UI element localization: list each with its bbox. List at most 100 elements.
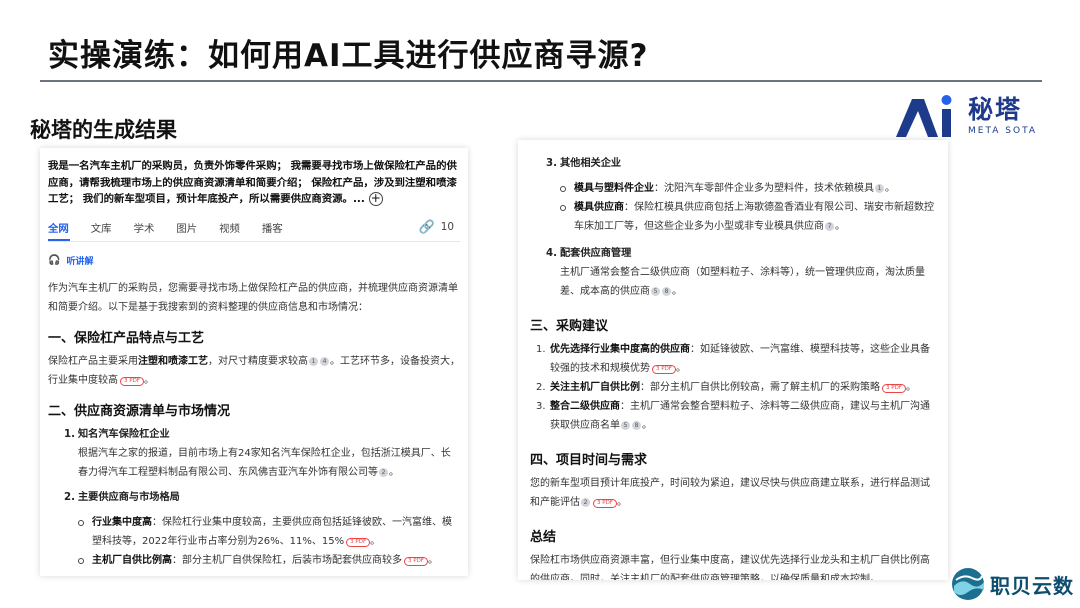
- pdf-citation-badge[interactable]: 3 PDF: [652, 365, 676, 374]
- title-divider: [40, 80, 1042, 82]
- heading-supplier-list: 二、供应商资源清单与市场情况: [48, 403, 231, 419]
- text-segment: 。: [143, 374, 154, 386]
- text-segment: 保险杠产品主要采用: [48, 355, 138, 367]
- citation-badge[interactable]: 1: [309, 356, 318, 366]
- metasota-logo: 秘塔 META SOTA: [890, 87, 1038, 145]
- pdf-citation-badge[interactable]: 3 PDF: [120, 376, 144, 386]
- heading-purchase-advice: 三、采购建议: [530, 319, 609, 334]
- heading-product-features: 一、保险杠产品特点与工艺: [48, 330, 205, 346]
- citation-badge[interactable]: 8: [662, 287, 671, 296]
- zhibei-logo-icon: [952, 568, 984, 600]
- list-number: 3.: [536, 401, 546, 412]
- text-bold: 注塑和喷漆工艺: [138, 355, 208, 367]
- bullet-label: 主机厂自供比例高: [92, 554, 172, 566]
- advice-item-2: 2. 关注主机厂自供比例：部分主机厂自供比例较高，需了解主机厂的采购策略 3 PDF…: [536, 378, 938, 397]
- bullet-concentration: 行业集中度高：保险杠行业集中度较高，主要供应商包括延锋彼欧、一汽富维、模塑科技等…: [64, 513, 460, 551]
- query-text: 我是一名汽车主机厂的采购员，负责外饰零件采购； 我需要寻找市场上做保险杠产品的供…: [48, 158, 460, 208]
- text-segment: 。: [905, 382, 916, 393]
- tab-images[interactable]: 图片: [176, 220, 197, 235]
- listen-button[interactable]: 🎧 听讲解: [48, 254, 460, 267]
- listen-label: 听讲解: [66, 256, 94, 267]
- citation-badge[interactable]: 2: [581, 498, 590, 507]
- citation-badge[interactable]: 5: [651, 287, 660, 296]
- supplier-management-text: 主机厂通常会整合二级供应商（如塑料粒子、涂料等），统一管理供应商，淘汰质量差、成…: [546, 263, 938, 301]
- pdf-citation-badge[interactable]: 3 PDF: [593, 499, 617, 508]
- text-segment: 。: [370, 535, 381, 547]
- citation-badge[interactable]: 7: [825, 222, 834, 231]
- summary-text: 保险杠市场供应商资源丰富，但行业集中度高，建议优先选择行业龙头和主机厂自供比例高…: [530, 555, 930, 580]
- query-content: 我是一名汽车主机厂的采购员，负责外饰零件采购； 我需要寻找市场上做保险杠产品的供…: [48, 160, 457, 205]
- result-tabs: 全网 文库 学术 图片 视频 播客 🔗 10: [48, 220, 460, 235]
- list-title: 知名汽车保险杠企业: [78, 428, 170, 440]
- tabs-divider: [48, 240, 460, 242]
- pdf-citation-badge[interactable]: 3 PDF: [882, 384, 906, 393]
- text-segment: ：部分主机厂自供保险杠，后装市场配套供应商较多: [172, 554, 402, 566]
- project-timeline-text: 您的新车型项目预计年底投产，时间较为紧迫，建议尽快与供应商建立联系，进行样品测试…: [530, 474, 938, 512]
- zhibei-brand: 职贝云数: [950, 566, 1074, 602]
- list-title: 配套供应商管理: [560, 248, 632, 259]
- tab-video[interactable]: 视频: [219, 220, 240, 235]
- list-number: 2.: [536, 382, 546, 393]
- list-number: 4.: [546, 248, 557, 259]
- text-segment: 您的新车型项目预计年底投产，时间较为紧迫，建议尽快与供应商建立联系，进行样品测试…: [530, 478, 930, 508]
- known-companies-text: 根据汽车之家的报道，目前市场上有24家知名汽车保险杠企业，包括浙江模具厂、长春力…: [64, 444, 460, 482]
- source-count-value: 10: [440, 221, 454, 233]
- list-number: 2.: [64, 491, 75, 503]
- list-number: 3.: [546, 158, 557, 169]
- list-item-main-suppliers: 2. 主要供应商与市场格局: [64, 488, 460, 507]
- logo-chinese-name: 秘塔: [968, 95, 1023, 124]
- search-result-panel-right: 3. 其他相关企业 模具与塑料件企业：沈阳汽车零部件企业多为塑料件，技术依赖模具 1…: [518, 140, 948, 580]
- text-segment: ，对尺寸精度要求较高: [208, 355, 308, 367]
- heading-summary: 总结: [530, 530, 557, 545]
- item-label: 整合二级供应商: [550, 401, 620, 412]
- bullet-mold-plastic: 模具与塑料件企业：沈阳汽车零部件企业多为塑料件，技术依赖模具 1。: [546, 179, 938, 198]
- advice-item-1: 1. 优先选择行业集中度高的供应商：如延锋彼欧、一汽富维、模塑科技等，这些企业具备…: [536, 340, 938, 378]
- expand-plus-icon[interactable]: +: [368, 192, 383, 206]
- list-title: 主要供应商与市场格局: [78, 491, 180, 503]
- advice-item-3: 3. 整合二级供应商：主机厂通常会整合塑料粒子、涂料等二级供应商，建议与主机厂沟通…: [536, 397, 938, 435]
- text-segment: 。: [389, 466, 399, 478]
- tab-library[interactable]: 文库: [91, 220, 112, 235]
- pdf-citation-badge[interactable]: 3 PDF: [404, 556, 428, 566]
- item-label: 关注主机厂自供比例: [550, 382, 640, 393]
- brand-name: 职贝云数: [990, 573, 1074, 598]
- source-count[interactable]: 🔗 10: [419, 220, 454, 235]
- search-result-panel-left: 我是一名汽车主机厂的采购员，负责外饰零件采购； 我需要寻找市场上做保险杠产品的供…: [40, 148, 468, 576]
- text-segment: 。: [616, 497, 627, 508]
- tab-podcast[interactable]: 播客: [262, 220, 283, 235]
- logo-english-name: META SOTA: [968, 126, 1038, 136]
- pdf-citation-badge[interactable]: 3 PDF: [346, 537, 371, 547]
- list-item-other-companies: 3. 其他相关企业: [546, 154, 938, 173]
- tab-all[interactable]: 全网: [48, 220, 69, 235]
- text-segment: 。: [835, 221, 845, 232]
- citation-badge[interactable]: 2: [379, 467, 388, 477]
- list-title: 其他相关企业: [560, 158, 622, 169]
- text-segment: ：保险杠模具供应商包括上海歌德盈香酒业有限公司、瑞安市新超数控车床加工厂等，但这…: [574, 202, 934, 232]
- list-item-known-companies: 1. 知名汽车保险杠企业: [64, 425, 460, 444]
- heading-project-timeline: 四、项目时间与需求: [530, 453, 648, 468]
- intro-paragraph: 作为汽车主机厂的采购员，您需要寻找市场上做保险杠产品的供应商，并梳理供应商资源清…: [48, 282, 458, 313]
- text-segment: ：沈阳汽车零部件企业多为塑料件，技术依赖模具: [654, 183, 874, 194]
- list-item-supplier-management: 4. 配套供应商管理: [546, 244, 938, 263]
- bullet-label: 行业集中度高: [92, 516, 152, 528]
- product-features-paragraph: 保险杠产品主要采用注塑和喷漆工艺，对尺寸精度要求较高 1 4 。工艺环节多，设备投资大…: [48, 352, 460, 390]
- list-number: 1.: [536, 344, 546, 355]
- text-segment: 。: [642, 420, 652, 431]
- citation-badge[interactable]: 8: [632, 421, 641, 430]
- slide-title: 实操演练：如何用AI工具进行供应商寻源?: [48, 38, 649, 74]
- citation-badge[interactable]: 4: [320, 356, 329, 366]
- list-number: 1.: [64, 428, 75, 440]
- text-segment: 。: [675, 363, 686, 374]
- link-icon: 🔗: [418, 219, 435, 235]
- bullet-self-supply: 主机厂自供比例高：部分主机厂自供保险杠，后装市场配套供应商较多 3 PDF。: [64, 551, 460, 570]
- text-segment: 。: [885, 183, 895, 194]
- text-segment: 主机厂通常会整合二级供应商（如塑料粒子、涂料等），统一管理供应商，淘汰质量差、成…: [560, 267, 925, 297]
- headphones-icon: 🎧: [48, 254, 61, 266]
- citation-badge[interactable]: 1: [875, 184, 884, 193]
- bullet-mold-suppliers: 模具供应商：保险杠模具供应商包括上海歌德盈香酒业有限公司、瑞安市新超数控车床加工…: [546, 198, 938, 236]
- item-label: 优先选择行业集中度高的供应商: [550, 344, 690, 355]
- tab-academic[interactable]: 学术: [134, 220, 155, 235]
- bullet-label: 模具供应商: [574, 202, 624, 213]
- citation-badge[interactable]: 5: [621, 421, 630, 430]
- text-segment: 。: [672, 286, 682, 297]
